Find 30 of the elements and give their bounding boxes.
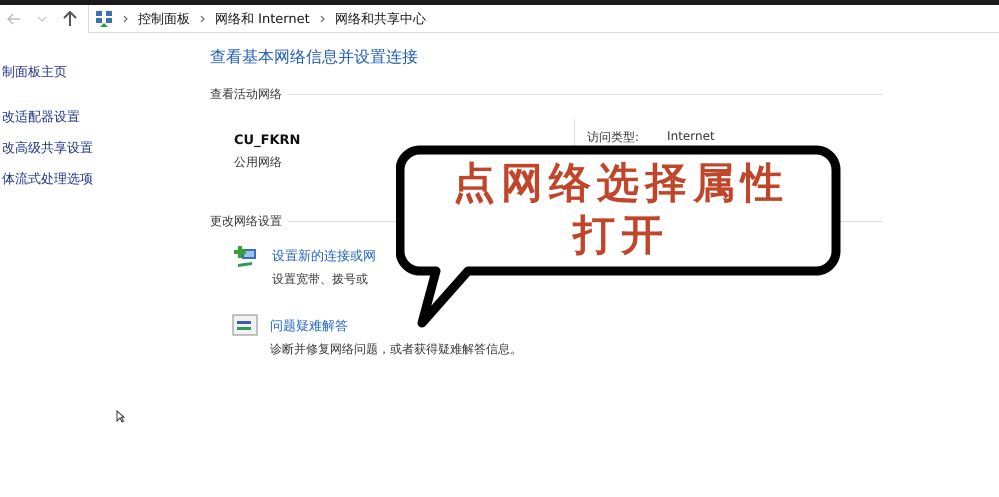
address-bar[interactable]: 控制面板 网络和 Internet 网络和共享中心 [88,5,999,33]
section-heading: 更改网络设置 [210,213,282,230]
task-description: 设置宽带、拨号或 [272,271,369,288]
access-type-label: 访问类型: [587,129,640,146]
sidebar-link[interactable]: 改高级共享设置 [2,139,210,157]
task-description: 诊断并修复网络问题，或者获得疑难解答信息。 [270,341,522,358]
troubleshoot-icon [232,314,258,336]
up-arrow-icon [63,11,77,27]
sidebar-link[interactable]: 体流式处理选项 [2,170,210,188]
callout-text: 点网络选择属性 [453,157,789,209]
chevron-right-icon [123,14,128,22]
task-link[interactable]: 设置新的连接或网 [272,247,376,265]
breadcrumb-item[interactable]: 网络和共享中心 [334,10,426,28]
chevron-right-icon [200,14,205,22]
network-name: CU_FKRN [234,133,302,148]
callout-text: 打开 [573,209,669,261]
access-type-value: Internet [667,129,715,143]
breadcrumb-item[interactable]: 控制面板 [138,10,190,28]
sidebar-link[interactable]: 改适配器设置 [2,108,210,126]
breadcrumb-item[interactable]: 网络和 Internet [215,10,310,28]
mouse-cursor-icon [116,410,125,423]
network-type: 公用网络 [234,154,283,171]
chevron-down-icon [37,16,47,22]
sidebar-link[interactable]: 制面板主页 [2,63,210,81]
page-title: 查看基本网络信息并设置连接 [210,47,419,68]
task-link[interactable]: 问题疑难解答 [270,317,522,335]
section-heading: 查看活动网络 [210,86,282,103]
back-arrow-icon [7,13,21,25]
network-icon [95,10,113,28]
chevron-right-icon [320,14,325,22]
